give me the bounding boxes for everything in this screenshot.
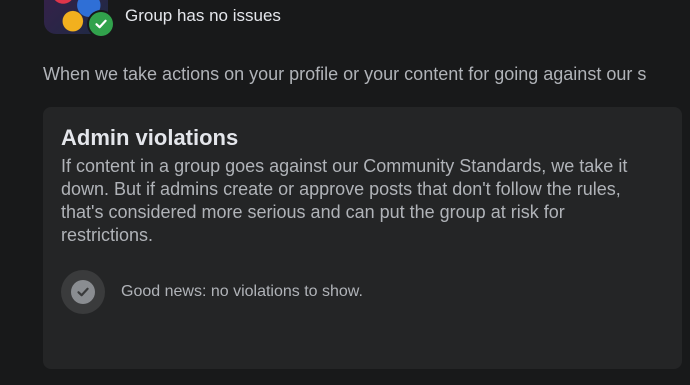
group-status-text: Group has no issues [125, 6, 281, 25]
violations-status-row: Good news: no violations to show. [61, 270, 363, 314]
group-ok-badge [87, 10, 115, 38]
check-circle-icon [71, 280, 95, 304]
status-icon-container [61, 270, 105, 314]
group-quality-page: Group has no issues When we take actions… [0, 0, 690, 385]
card-description: If content in a group goes against our C… [61, 156, 628, 245]
violations-status-text: Good news: no violations to show. [121, 283, 363, 300]
card-title: Admin violations [61, 125, 239, 150]
intro-text: When we take actions on your profile or … [43, 64, 647, 84]
check-circle-icon [89, 12, 113, 36]
admin-violations-card: Admin violations If content in a group g… [43, 107, 682, 369]
